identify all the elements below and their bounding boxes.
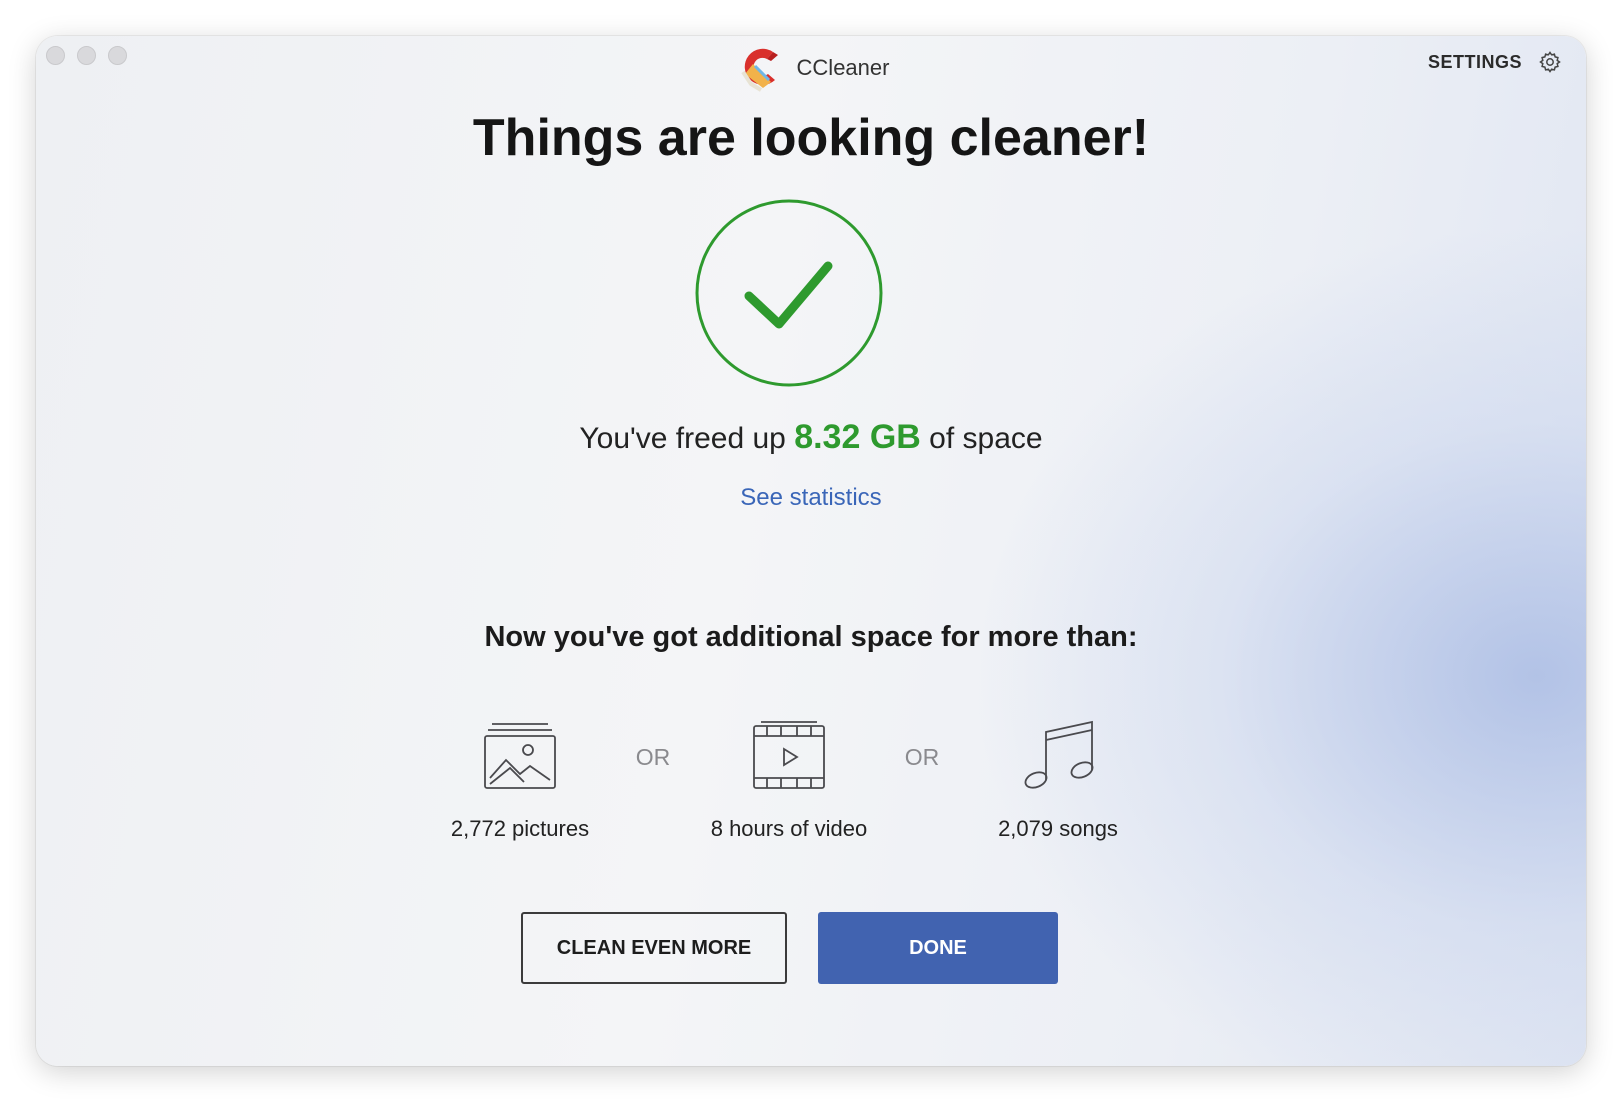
video-equivalent: 8 hours of video	[679, 720, 899, 842]
app-name: CCleaner	[796, 55, 890, 80]
video-icon	[753, 721, 825, 789]
gear-icon	[1539, 51, 1561, 73]
freed-amount: 8.32 GB	[794, 418, 921, 456]
success-check-icon	[695, 199, 883, 387]
music-note-icon	[1024, 720, 1094, 789]
songs-label: 2,079 songs	[998, 816, 1118, 841]
see-statistics-link[interactable]: See statistics	[36, 484, 1586, 512]
freed-prefix: You've freed up	[579, 422, 786, 455]
video-label: 8 hours of video	[710, 816, 868, 841]
title-bar: CCleaner	[36, 42, 1586, 94]
page-title: Things are looking cleaner!	[472, 109, 1150, 167]
additional-space-heading: Now you've got additional space for more…	[484, 621, 1138, 653]
or-separator: OR	[635, 744, 671, 770]
settings-button[interactable]: SETTINGS	[1428, 50, 1562, 74]
pictures-label: 2,772 pictures	[450, 816, 590, 841]
done-button[interactable]: DONE	[818, 912, 1058, 984]
freed-suffix: of space	[929, 422, 1043, 455]
freed-space-summary: You've freed up 8.32 GB of space	[36, 418, 1586, 457]
or-separator: OR	[904, 744, 940, 770]
picture-icon	[484, 723, 556, 789]
ccleaner-logo-icon	[740, 48, 778, 92]
settings-label: SETTINGS	[1427, 51, 1522, 72]
clean-even-more-button[interactable]: CLEAN EVEN MORE	[521, 912, 787, 984]
app-window: CCleaner SETTINGS Things are looking cle…	[36, 36, 1586, 1066]
songs-equivalent: 2,079 songs	[948, 720, 1168, 842]
pictures-equivalent: 2,772 pictures	[410, 720, 630, 842]
